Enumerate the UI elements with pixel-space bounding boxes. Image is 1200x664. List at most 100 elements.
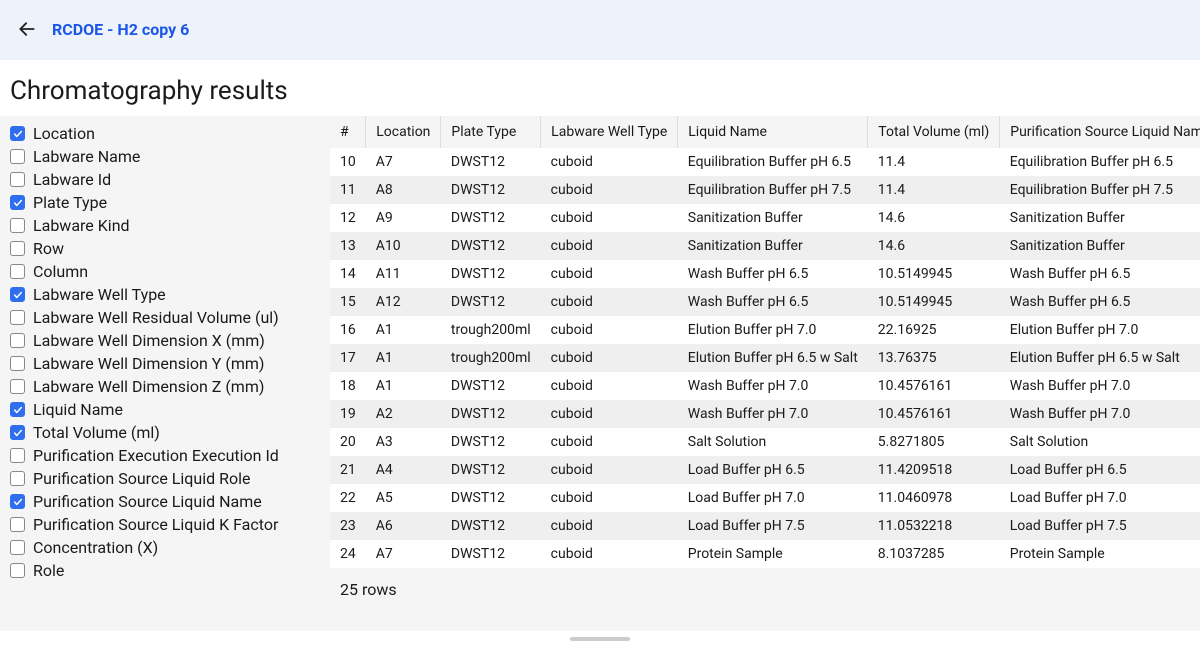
- column-header[interactable]: Plate Type: [441, 116, 541, 148]
- table-cell: Load Buffer pH 7.0: [678, 484, 868, 512]
- header: RCDOE - H2 copy 6: [0, 0, 1200, 60]
- row-count-label: 25 rows: [330, 568, 1200, 611]
- field-toggle[interactable]: Labware Well Type: [10, 283, 320, 306]
- field-toggle[interactable]: Labware Well Dimension Z (mm): [10, 375, 320, 398]
- table-cell: Wash Buffer pH 7.0: [678, 400, 868, 428]
- table-row[interactable]: 23A6DWST12cuboidLoad Buffer pH 7.511.053…: [330, 512, 1200, 540]
- checkbox-icon[interactable]: [10, 310, 25, 325]
- column-header[interactable]: Total Volume (ml): [868, 116, 1000, 148]
- field-toggle[interactable]: Labware Well Dimension Y (mm): [10, 352, 320, 375]
- table-cell: Load Buffer pH 6.5: [678, 456, 868, 484]
- table-cell: cuboid: [541, 372, 678, 400]
- checkbox-icon[interactable]: [10, 264, 25, 279]
- content: Location Labware Name Labware Id Plate Type…: [0, 116, 1200, 631]
- field-label: Purification Source Liquid Role: [33, 469, 250, 488]
- table-row[interactable]: 15A12DWST12cuboidWash Buffer pH 6.510.51…: [330, 288, 1200, 316]
- column-header[interactable]: #: [330, 116, 366, 148]
- field-label: Labware Well Dimension Y (mm): [33, 354, 264, 373]
- results-table: #LocationPlate TypeLabware Well TypeLiqu…: [330, 116, 1200, 568]
- checkbox-icon[interactable]: [10, 287, 25, 302]
- checkbox-icon[interactable]: [10, 494, 25, 509]
- table-cell: 11.4: [868, 148, 1000, 176]
- column-header[interactable]: Purification Source Liquid Name: [1000, 116, 1200, 148]
- back-arrow-icon[interactable]: [16, 18, 38, 40]
- table-row[interactable]: 17A1trough200mlcuboidElution Buffer pH 6…: [330, 344, 1200, 372]
- table-cell: Elution Buffer pH 7.0: [678, 316, 868, 344]
- field-toggle[interactable]: Column: [10, 260, 320, 283]
- table-cell: A1: [366, 316, 441, 344]
- table-cell: DWST12: [441, 232, 541, 260]
- page-breadcrumb-title[interactable]: RCDOE - H2 copy 6: [52, 20, 189, 39]
- checkbox-icon[interactable]: [10, 356, 25, 371]
- field-toggle[interactable]: Purification Source Liquid Role: [10, 467, 320, 490]
- checkbox-icon[interactable]: [10, 379, 25, 394]
- field-toggle[interactable]: Location: [10, 122, 320, 145]
- column-header[interactable]: Labware Well Type: [541, 116, 678, 148]
- checkbox-icon[interactable]: [10, 241, 25, 256]
- column-header[interactable]: Location: [366, 116, 441, 148]
- field-label: Labware Id: [33, 170, 111, 189]
- table-cell: 11.0532218: [868, 512, 1000, 540]
- field-toggle[interactable]: Labware Id: [10, 168, 320, 191]
- table-cell: Load Buffer pH 7.5: [1000, 512, 1200, 540]
- table-cell: Equilibration Buffer pH 7.5: [1000, 176, 1200, 204]
- table-cell: A4: [366, 456, 441, 484]
- field-toggle[interactable]: Purification Source Liquid Name: [10, 490, 320, 513]
- table-cell: trough200ml: [441, 344, 541, 372]
- field-label: Location: [33, 124, 95, 143]
- field-label: Column: [33, 262, 88, 281]
- table-cell: cuboid: [541, 316, 678, 344]
- checkbox-icon[interactable]: [10, 172, 25, 187]
- field-toggle[interactable]: Concentration (X): [10, 536, 320, 559]
- checkbox-icon[interactable]: [10, 195, 25, 210]
- table-row[interactable]: 18A1DWST12cuboidWash Buffer pH 7.010.457…: [330, 372, 1200, 400]
- checkbox-icon[interactable]: [10, 149, 25, 164]
- field-label: Row: [33, 239, 64, 258]
- field-toggle[interactable]: Row: [10, 237, 320, 260]
- checkbox-icon[interactable]: [10, 218, 25, 233]
- table-cell: 11.0460978: [868, 484, 1000, 512]
- table-row[interactable]: 14A11DWST12cuboidWash Buffer pH 6.510.51…: [330, 260, 1200, 288]
- table-row[interactable]: 21A4DWST12cuboidLoad Buffer pH 6.511.420…: [330, 456, 1200, 484]
- table-row[interactable]: 20A3DWST12cuboidSalt Solution5.8271805Sa…: [330, 428, 1200, 456]
- field-toggle[interactable]: Labware Name: [10, 145, 320, 168]
- checkbox-icon[interactable]: [10, 517, 25, 532]
- table-cell: Elution Buffer pH 6.5 w Salt: [1000, 344, 1200, 372]
- checkbox-icon[interactable]: [10, 471, 25, 486]
- column-header[interactable]: Liquid Name: [678, 116, 868, 148]
- checkbox-icon[interactable]: [10, 402, 25, 417]
- field-label: Role: [33, 561, 64, 580]
- checkbox-icon[interactable]: [10, 448, 25, 463]
- table-row[interactable]: 12A9DWST12cuboidSanitization Buffer14.6S…: [330, 204, 1200, 232]
- table-cell: 11.4: [868, 176, 1000, 204]
- checkbox-icon[interactable]: [10, 425, 25, 440]
- field-toggle[interactable]: Role: [10, 559, 320, 582]
- table-row[interactable]: 10A7DWST12cuboidEquilibration Buffer pH …: [330, 148, 1200, 176]
- checkbox-icon[interactable]: [10, 333, 25, 348]
- table-row[interactable]: 22A5DWST12cuboidLoad Buffer pH 7.011.046…: [330, 484, 1200, 512]
- table-cell: A7: [366, 540, 441, 568]
- resize-handle[interactable]: [570, 637, 630, 641]
- checkbox-icon[interactable]: [10, 563, 25, 578]
- table-cell: Load Buffer pH 7.0: [1000, 484, 1200, 512]
- field-toggle[interactable]: Labware Well Dimension X (mm): [10, 329, 320, 352]
- field-toggle[interactable]: Purification Source Liquid K Factor: [10, 513, 320, 536]
- field-toggle[interactable]: Labware Kind: [10, 214, 320, 237]
- table-row[interactable]: 13A10DWST12cuboidSanitization Buffer14.6…: [330, 232, 1200, 260]
- table-cell: trough200ml: [441, 316, 541, 344]
- field-toggle[interactable]: Liquid Name: [10, 398, 320, 421]
- field-toggle[interactable]: Total Volume (ml): [10, 421, 320, 444]
- page-title: Chromatography results: [0, 60, 1200, 116]
- table-row[interactable]: 24A7DWST12cuboidProtein Sample8.1037285P…: [330, 540, 1200, 568]
- checkbox-icon[interactable]: [10, 126, 25, 141]
- table-cell: DWST12: [441, 148, 541, 176]
- field-toggle[interactable]: Labware Well Residual Volume (ul): [10, 306, 320, 329]
- table-cell: DWST12: [441, 456, 541, 484]
- checkbox-icon[interactable]: [10, 540, 25, 555]
- field-toggle[interactable]: Plate Type: [10, 191, 320, 214]
- table-row[interactable]: 11A8DWST12cuboidEquilibration Buffer pH …: [330, 176, 1200, 204]
- table-row[interactable]: 16A1trough200mlcuboidElution Buffer pH 7…: [330, 316, 1200, 344]
- table-cell: 23: [330, 512, 366, 540]
- field-toggle[interactable]: Purification Execution Execution Id: [10, 444, 320, 467]
- table-row[interactable]: 19A2DWST12cuboidWash Buffer pH 7.010.457…: [330, 400, 1200, 428]
